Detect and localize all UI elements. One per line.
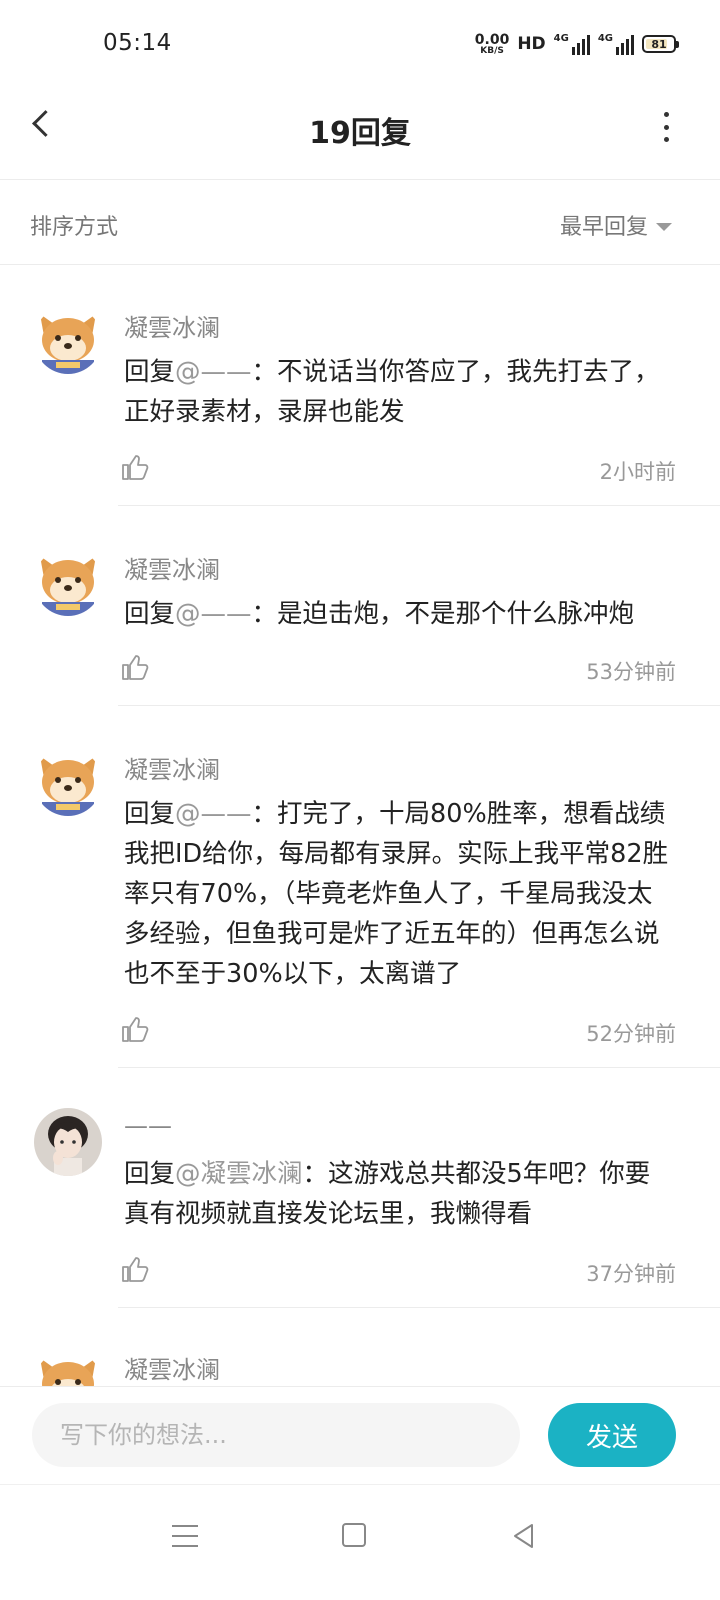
avatar[interactable] bbox=[34, 1108, 102, 1176]
network-speed-value: 0.00 bbox=[474, 31, 510, 48]
reply-item: 凝雲冰澜 回复@——：不说话当你答应了，我先打去了，正好录素材，录屏也能发 2小… bbox=[0, 266, 720, 506]
reply-text: 回复@——：是迫击炮，不是那个什么脉冲炮 bbox=[124, 594, 674, 634]
shiba-avatar-icon bbox=[34, 748, 102, 816]
send-button[interactable]: 发送 bbox=[548, 1403, 676, 1467]
username[interactable]: 凝雲冰澜 bbox=[124, 308, 220, 343]
mention-link[interactable]: @凝雲冰澜 bbox=[175, 1159, 303, 1189]
battery-icon: 81 bbox=[642, 35, 679, 53]
like-icon[interactable] bbox=[120, 652, 150, 682]
sort-selected: 最早回复 bbox=[559, 215, 648, 240]
sort-dropdown[interactable]: 最早回复 bbox=[560, 209, 672, 241]
reply-item: 凝雲冰澜 回复@——：打完了，十局80%胜率，想看战绩我把ID给你，每局都有录屏… bbox=[0, 706, 720, 1068]
reply-text: 回复@凝雲冰澜：这游戏总共都没5年吧？你要真有视频就直接发论坛里，我懒得看 bbox=[124, 1154, 674, 1234]
comment-input-bar: 发送 bbox=[0, 1386, 720, 1484]
username[interactable]: 凝雲冰澜 bbox=[124, 550, 220, 585]
username[interactable]: —— bbox=[124, 1112, 172, 1140]
shiba-avatar-icon bbox=[34, 548, 102, 616]
reply-text: 回复@——：打完了，十局80%胜率，想看战绩我把ID给你，每局都有录屏。实际上我… bbox=[124, 794, 674, 994]
avatar[interactable] bbox=[34, 1350, 102, 1386]
reply-time: 2小时前 bbox=[599, 460, 676, 484]
reply-prefix: 回复 bbox=[124, 599, 176, 629]
status-time: 05:14 bbox=[103, 30, 172, 56]
page-title: 19回复 bbox=[309, 116, 411, 151]
home-icon[interactable] bbox=[342, 1523, 366, 1547]
username[interactable]: 凝雲冰澜 bbox=[124, 750, 220, 785]
hd-icon: HD bbox=[517, 34, 546, 54]
reply-time: 37分钟前 bbox=[586, 1262, 676, 1286]
battery-level: 81 bbox=[651, 37, 667, 51]
more-vertical-icon[interactable] bbox=[660, 112, 672, 142]
signal-icon: 4G bbox=[554, 33, 590, 55]
signal-label: 4G bbox=[553, 33, 569, 44]
person-avatar-icon bbox=[34, 1108, 102, 1176]
menu-icon[interactable] bbox=[172, 1525, 198, 1547]
reply-item: 凝雲冰澜 回复@——：是迫击炮，不是那个什么脉冲炮 53分钟前 bbox=[0, 506, 720, 706]
like-icon[interactable] bbox=[120, 452, 150, 482]
reply-time: 52分钟前 bbox=[586, 1022, 676, 1046]
reply-item: 凝雲冰澜 bbox=[0, 1308, 720, 1386]
reply-item: —— 回复@凝雲冰澜：这游戏总共都没5年吧？你要真有视频就直接发论坛里，我懒得看… bbox=[0, 1068, 720, 1308]
reply-prefix: 回复 bbox=[124, 1159, 176, 1189]
username[interactable]: 凝雲冰澜 bbox=[124, 1350, 220, 1385]
status-icons: 0.00 KB/S HD 4G 4G 81 bbox=[475, 30, 679, 58]
mention-link[interactable]: @—— bbox=[175, 357, 252, 387]
shiba-avatar-icon bbox=[34, 306, 102, 374]
signal-icon-2: 4G bbox=[598, 33, 634, 55]
reply-prefix: 回复 bbox=[124, 799, 176, 829]
like-icon[interactable] bbox=[120, 1014, 150, 1044]
sort-bar: 排序方式 最早回复 bbox=[0, 181, 720, 265]
network-speed-unit: KB/S bbox=[480, 45, 504, 56]
signal-label-2: 4G bbox=[597, 33, 613, 44]
mention-link[interactable]: @—— bbox=[175, 599, 252, 629]
avatar[interactable] bbox=[34, 748, 102, 816]
avatar[interactable] bbox=[34, 548, 102, 616]
reply-prefix: 回复 bbox=[124, 357, 176, 387]
status-bar: 05:14 0.00 KB/S HD 4G 4G 81 bbox=[0, 0, 720, 84]
comment-input[interactable] bbox=[32, 1403, 520, 1467]
reply-text: 回复@——：不说话当你答应了，我先打去了，正好录素材，录屏也能发 bbox=[124, 352, 674, 432]
shiba-avatar-icon bbox=[34, 1350, 102, 1386]
avatar[interactable] bbox=[34, 306, 102, 374]
caret-down-icon bbox=[656, 222, 672, 231]
reply-content: ：是迫击炮，不是那个什么脉冲炮 bbox=[251, 599, 635, 629]
reply-time: 53分钟前 bbox=[586, 660, 676, 684]
sort-label: 排序方式 bbox=[30, 215, 119, 240]
mention-link[interactable]: @—— bbox=[175, 799, 252, 829]
like-icon[interactable] bbox=[120, 1254, 150, 1284]
network-speed: 0.00 KB/S bbox=[475, 33, 510, 56]
system-nav-bar bbox=[0, 1484, 720, 1600]
header: 19回复 bbox=[0, 84, 720, 180]
